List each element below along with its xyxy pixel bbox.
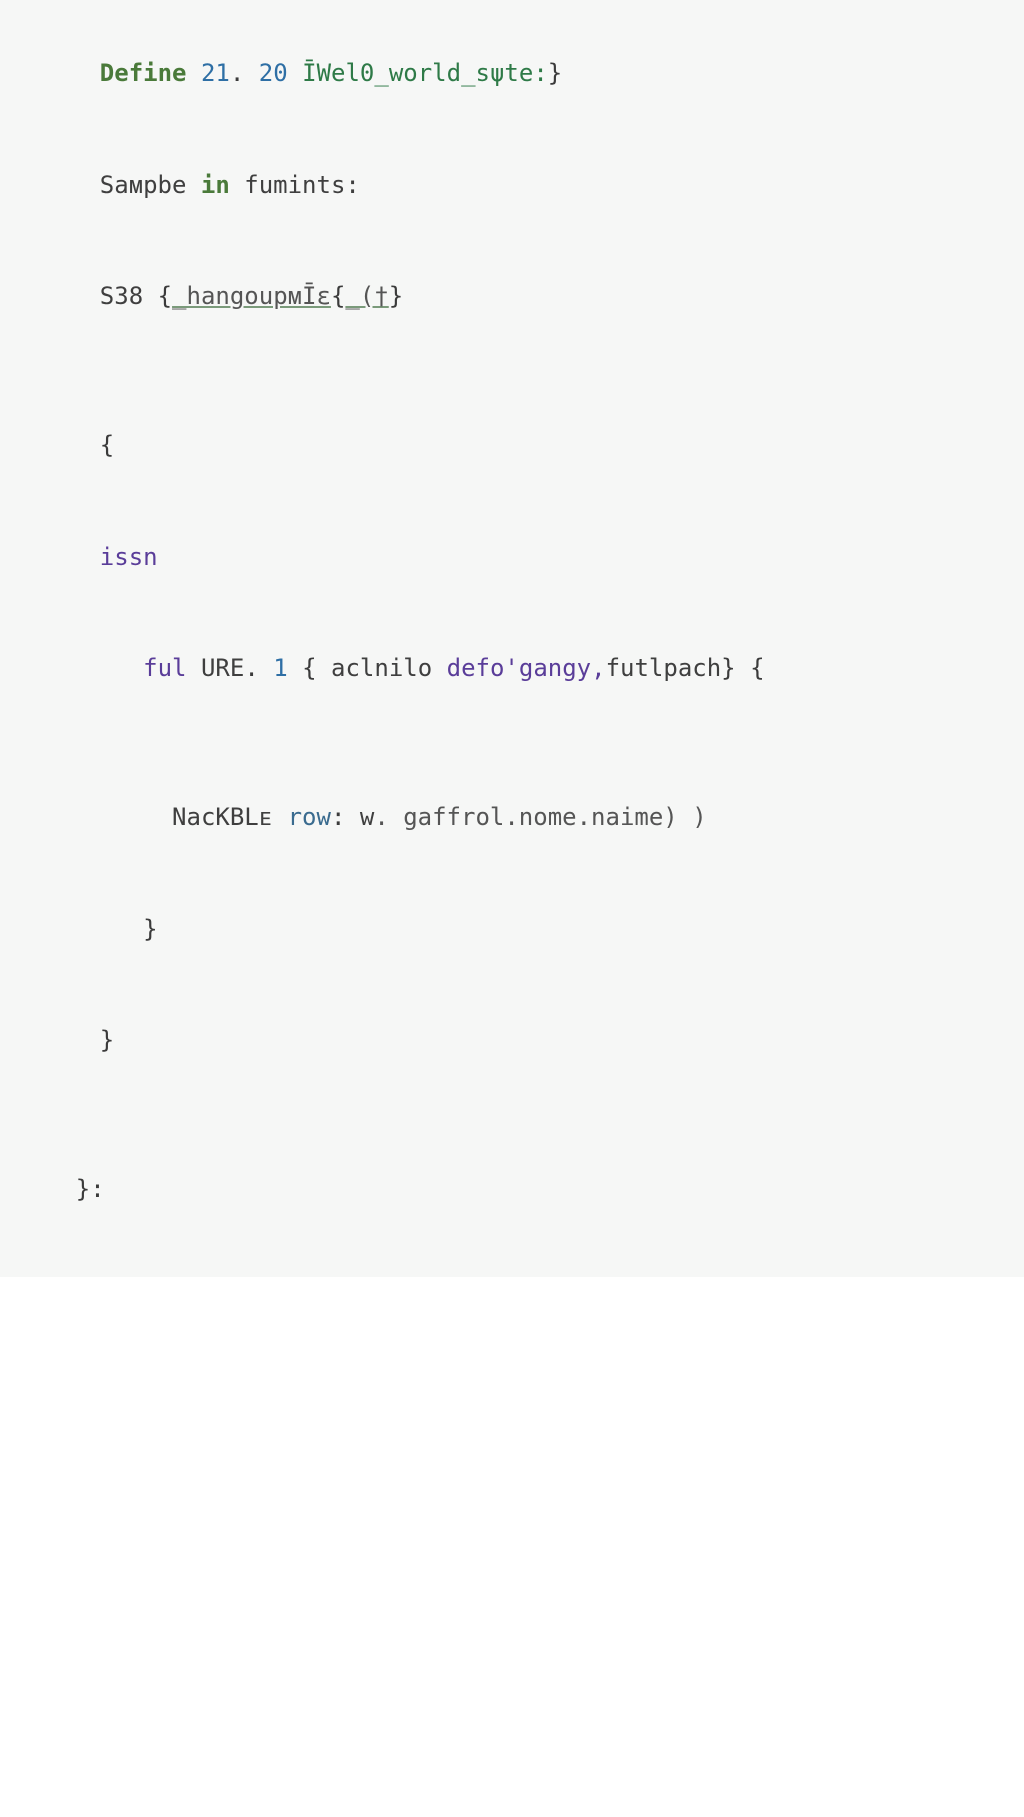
indent [100, 654, 143, 682]
code-line-blank-8 [0, 725, 1024, 762]
identifier-hangoup: _hangoupᴍῙε [172, 282, 331, 310]
dot: . [244, 654, 273, 682]
keyword-define: Define [100, 59, 201, 87]
dot: . [230, 59, 259, 87]
code-line-blank-4 [0, 353, 1024, 390]
number-21: 21 [201, 59, 230, 87]
keyword-issn: issn [100, 543, 158, 571]
ident-w: w [360, 803, 374, 831]
code-line-1: Define 21. 20 ῙWel0_world_sψte:} [0, 18, 1024, 130]
string-literal: ῙWel0_world_sψte: [302, 59, 548, 87]
keyword-in: in [201, 171, 230, 199]
ident-ure: URE [201, 654, 244, 682]
brace-close: } [100, 1026, 114, 1054]
text-part: fumints: [230, 171, 360, 199]
text-part: Saᴍpbe [100, 171, 201, 199]
code-line-3: S38 {_hangoupᴍῙε{_(†} [0, 241, 1024, 353]
ident-s38: S38 [100, 282, 158, 310]
member-chain: . gaffrol.nome.naime) ) [374, 803, 706, 831]
ident-defogangy: defo'gangy, [447, 654, 606, 682]
underscored-part: _(† [345, 282, 388, 310]
brace-close: } [721, 654, 750, 682]
code-line-10: } [0, 873, 1024, 985]
ident-futlpach: futlpach [606, 654, 722, 682]
keyword-ful: ful [143, 654, 201, 682]
blank-area [0, 1277, 1024, 1817]
brace-open: { [100, 431, 114, 459]
brace-open: { [158, 282, 172, 310]
brace-open: { [302, 654, 316, 682]
code-line-13: }: [0, 1134, 1024, 1246]
brace-open: { [331, 282, 345, 310]
ident-aclnilo: aclnilo [317, 654, 447, 682]
code-line-blank-12 [0, 1096, 1024, 1133]
brace-close: } [548, 59, 562, 87]
number-1: 1 [273, 654, 287, 682]
brace-open: { [750, 654, 764, 682]
code-editor-area[interactable]: Define 21. 20 ῙWel0_world_sψte:} Saᴍpbe … [0, 0, 1024, 1277]
colon: : [331, 803, 360, 831]
indent [100, 915, 143, 943]
brace-close: } [143, 915, 157, 943]
code-line-11: } [0, 985, 1024, 1097]
code-line-6: issn [0, 501, 1024, 613]
brace-close: } [389, 282, 403, 310]
indent [100, 803, 172, 831]
brace-close-colon: }: [76, 1175, 105, 1203]
code-line-5: { [0, 390, 1024, 502]
code-line-2: Saᴍpbe in fumints: [0, 130, 1024, 242]
space [288, 59, 302, 87]
keyword-row: row [288, 803, 331, 831]
space [288, 654, 302, 682]
ident-nackble: NacKBLᴇ [172, 803, 288, 831]
number-20: 20 [259, 59, 288, 87]
code-line-7: ful URE. 1 { aclnilo defo'gangy,futlpach… [0, 613, 1024, 725]
code-line-9: NacKBLᴇ row: w. gaffrol.nome.naime) ) [0, 762, 1024, 874]
